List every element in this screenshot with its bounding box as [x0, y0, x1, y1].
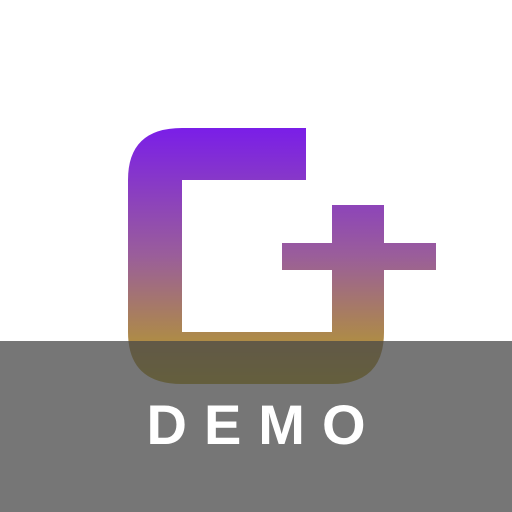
- app-icon-canvas: DEMO: [0, 0, 512, 512]
- logo-plus-bar: [282, 243, 436, 270]
- demo-label: DEMO: [146, 393, 383, 456]
